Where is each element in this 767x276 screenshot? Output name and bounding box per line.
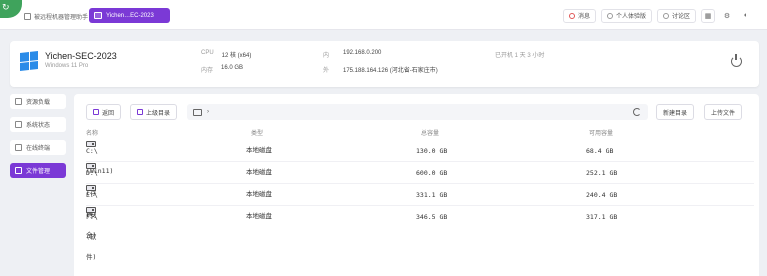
table-header: 名称 类型 总容量 可用容量 [86,128,754,140]
alerts-button[interactable]: 消息 [562,8,596,23]
drive-free: 317.1 GB [586,213,618,221]
drive-name: F:\(软件) [86,213,98,261]
row-divider [86,205,754,206]
row-divider [86,183,754,184]
upload-label: 上传文件 [711,110,736,117]
drive-total: 331.1 GB [416,191,448,199]
user-icon [606,12,613,19]
sidebar-item-terminal[interactable]: 在线终端 [10,140,66,155]
column-header-free: 可用容量 [589,131,614,137]
alerts-label: 消息 [577,14,590,20]
cpu-key: CPU [201,50,214,56]
top-bar: ↻ 被远程机器管理助手 Yichen…EC-2023 消息 个人体验版 讨论区 … [0,0,767,30]
tab-home-label: 被远程机器管理助手 [34,14,89,21]
windows-icon [20,51,38,71]
terminal-icon [15,144,22,151]
file-manager-panel: 返回 上级目录 › 新建目录 上传文件 名称 类型 总容量 可用容量 C:\(W… [74,94,759,276]
community-button[interactable]: 讨论区 [656,8,696,23]
drive-free: 240.4 GB [586,191,618,199]
memory-value: 16.0 GB [221,65,244,71]
host-name: Yichen-SEC-2023 [45,51,117,61]
top-right-actions: 消息 个人体验版 讨论区 ▦ ⚙ ◐ [562,8,753,23]
cpu-value: 12 核 (x64) [221,53,252,59]
back-icon [93,109,99,115]
uptime: 已开机 1 天 3 小时 [495,53,545,59]
wan-ip-key: 外 [323,68,330,74]
sidebar-item-label: 资源负载 [26,100,51,106]
lan-ip-value: 192.168.0.200 [343,50,382,56]
moon-icon: ◐ [743,12,749,19]
column-header-type: 类型 [251,131,264,137]
drive-total: 346.5 GB [416,213,448,221]
new-folder-label: 新建目录 [663,110,688,117]
drive-type: 本地磁盘 [246,147,272,154]
theme-button[interactable]: ◐ [739,8,753,23]
list-icon [15,121,22,128]
new-folder-button[interactable]: 新建目录 [656,104,695,120]
community-label: 讨论区 [671,14,690,20]
chat-icon [662,12,669,19]
sidebar-item-label: 文件管理 [26,169,51,175]
lan-ip-key: 内 [323,53,330,59]
arrow-up-icon [137,109,143,115]
machine-info-card: Yichen-SEC-2023 Windows 11 Pro CPU 12 核 … [10,41,759,87]
back-button[interactable]: 返回 [86,104,122,120]
tab-machine[interactable]: Yichen…EC-2023 [89,8,170,23]
sidebar-item-system[interactable]: 系统状态 [10,117,66,132]
wan-ip-value: 175.188.164.126 (河北省-石家庄市) [343,68,438,74]
table-row[interactable]: C:\(Win11) 本地磁盘 130.0 GB 68.4 GB [86,141,754,175]
drive-type: 本地磁盘 [246,191,272,198]
home-icon [24,12,31,20]
sidebar-item-resources[interactable]: 资源负载 [10,94,66,109]
tab-machine-label: Yichen…EC-2023 [106,12,154,19]
lan-ip-info: 内 192.168.0.200 [323,50,381,59]
drive-type: 本地磁盘 [246,213,272,220]
profile-label: 个人体验版 [615,14,646,20]
drive-total: 600.0 GB [416,169,448,177]
gear-icon: ⚙ [723,12,731,20]
host-os: Windows 11 Pro [45,63,89,69]
refresh-icon[interactable] [633,108,641,116]
computer-icon [193,108,202,116]
monitor-icon [94,12,102,19]
layout-button[interactable]: ▦ [701,8,715,23]
tab-home[interactable]: 被远程机器管理助手 [20,9,92,23]
drive-free: 252.1 GB [586,169,618,177]
sidebar-item-files[interactable]: 文件管理 [10,163,66,178]
row-divider [86,161,754,162]
drive-total: 130.0 GB [416,147,448,155]
sidebar-item-label: 在线终端 [26,146,51,152]
parent-dir-label: 上级目录 [146,110,171,117]
folder-icon [15,167,22,174]
profile-button[interactable]: 个人体验版 [600,8,652,23]
database-icon [15,98,22,105]
sidebar-item-label: 系统状态 [26,123,51,129]
refresh-icon: ↻ [2,2,10,12]
settings-button[interactable]: ⚙ [720,8,734,23]
power-icon[interactable] [731,54,742,67]
table-row[interactable]: E:\(安全) 本地磁盘 331.1 GB 240.4 GB [86,185,754,239]
memory-info: 内存 16.0 GB [201,65,243,74]
drive-type: 本地磁盘 [246,169,272,176]
parent-dir-button[interactable]: 上级目录 [130,104,178,120]
upload-button[interactable]: 上传文件 [704,104,743,120]
back-label: 返回 [102,110,115,117]
grid-icon: ▦ [704,12,712,20]
wan-ip-info: 外 175.188.164.126 (河北省-石家庄市) [323,65,438,74]
cpu-info: CPU 12 核 (x64) [201,50,251,59]
bell-icon [568,12,575,19]
table-row[interactable]: F:\(软件) 本地磁盘 346.5 GB 317.1 GB [86,207,754,261]
memory-key: 内存 [201,68,214,74]
path-bar[interactable]: › [187,104,648,120]
drive-free: 68.4 GB [586,147,614,155]
app-logo[interactable]: ↻ [0,0,22,18]
path-separator: › [207,109,209,115]
table-row[interactable]: D:\(存储) 本地磁盘 600.0 GB 252.1 GB [86,163,754,217]
column-header-name: 名称 [86,131,99,137]
column-header-total: 总容量 [421,131,440,137]
